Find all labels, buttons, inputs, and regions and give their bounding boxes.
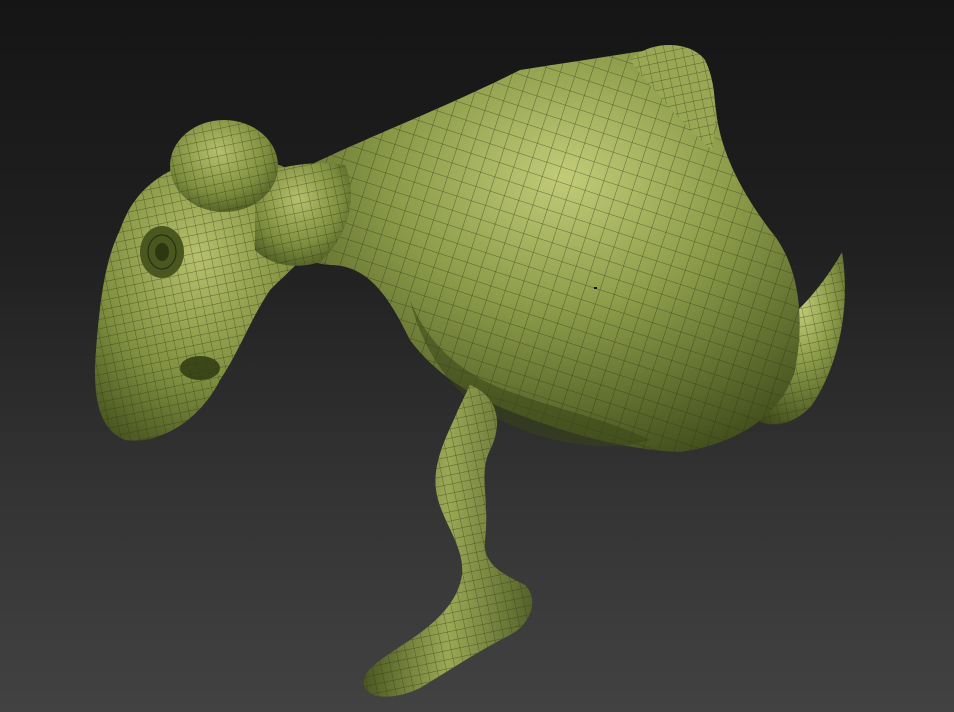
mesh-speck — [594, 287, 597, 289]
sculpt-model[interactable] — [0, 0, 954, 712]
viewport-canvas[interactable] — [0, 0, 954, 712]
eye-socket — [140, 226, 184, 278]
nostril — [180, 356, 220, 380]
